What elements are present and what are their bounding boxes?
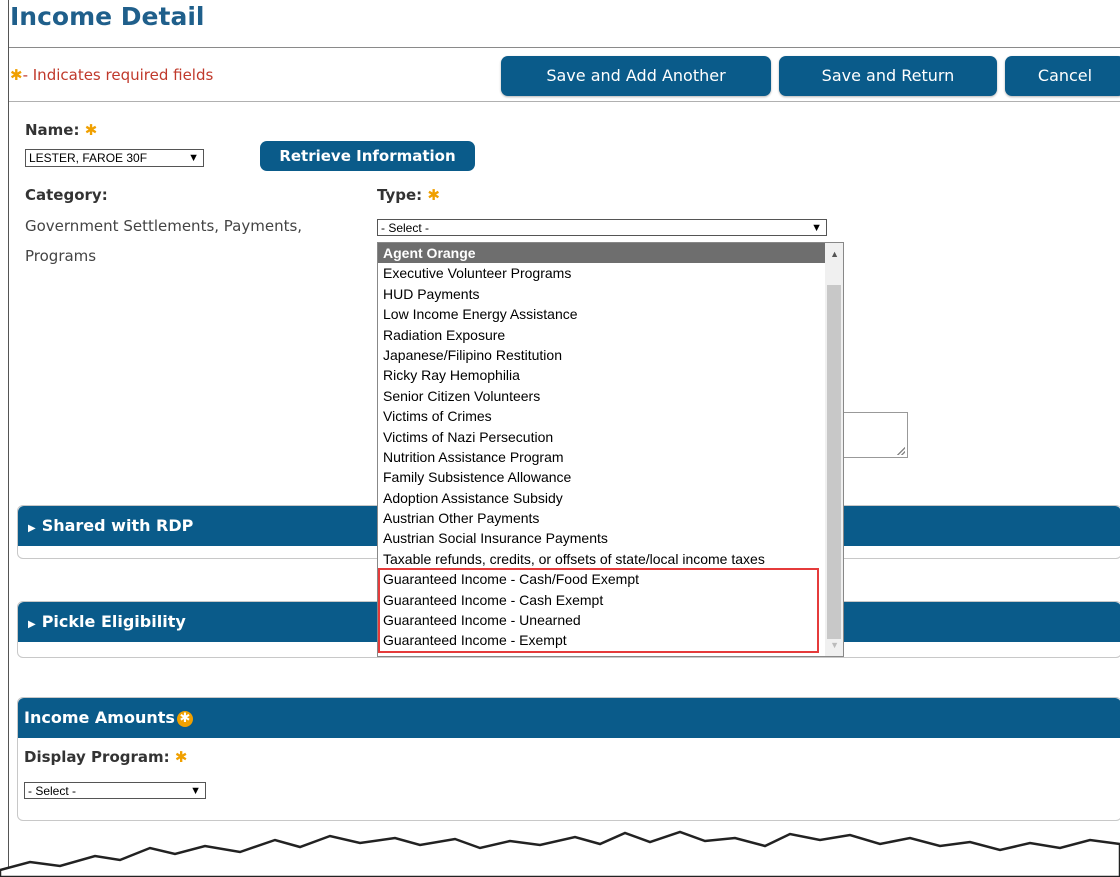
scroll-up-icon[interactable]: ▲	[830, 249, 839, 259]
display-program-select[interactable]: - Select - ▼	[24, 782, 206, 799]
type-option[interactable]: Austrian Social Insurance Payments	[378, 528, 843, 548]
shared-with-rdp-title: Shared with RDP	[41, 516, 194, 535]
type-option[interactable]: Japanese/Filipino Restitution	[378, 345, 843, 365]
title-divider	[9, 47, 1120, 48]
type-option[interactable]: Adoption Assistance Subsidy	[378, 488, 843, 508]
name-select[interactable]: LESTER, FAROE 30F ▼	[25, 149, 204, 167]
type-option[interactable]: Radiation Exposure	[378, 325, 843, 345]
expand-triangle-icon: ▶	[28, 523, 36, 534]
required-star-icon: ✱	[84, 121, 98, 139]
save-and-return-button[interactable]: Save and Return	[779, 56, 997, 96]
type-option[interactable]: Nutrition Assistance Program	[378, 447, 843, 467]
pickle-eligibility-title: Pickle Eligibility	[41, 612, 186, 631]
chevron-down-icon: ▼	[188, 152, 199, 164]
name-label: Name: ✱	[25, 121, 97, 139]
type-option[interactable]: Austrian Other Payments	[378, 508, 843, 528]
type-option[interactable]: Victims of Nazi Persecution	[378, 427, 843, 447]
type-option[interactable]: Family Subsistence Allowance	[378, 467, 843, 487]
cancel-button[interactable]: Cancel	[1005, 56, 1120, 96]
required-star-icon: ✱	[174, 748, 188, 766]
chevron-down-icon: ▼	[190, 785, 201, 797]
required-note-text: - Indicates required fields	[22, 66, 214, 84]
retrieve-information-button[interactable]: Retrieve Information	[260, 141, 475, 171]
expand-triangle-icon: ▶	[28, 619, 36, 630]
name-select-value: LESTER, FAROE 30F	[29, 151, 148, 165]
highlight-annotation	[378, 568, 819, 653]
type-option[interactable]: Senior Citizen Volunteers	[378, 386, 843, 406]
income-detail-page: Income Detail ✱- Indicates required fiel…	[0, 0, 1120, 877]
page-title: Income Detail	[10, 2, 205, 31]
type-option[interactable]: Low Income Energy Assistance	[378, 304, 843, 324]
required-star-icon: ✱	[427, 186, 440, 204]
required-badge-icon: ✱	[176, 710, 193, 727]
chevron-down-icon: ▼	[811, 222, 822, 234]
display-program-label: Display Program: ✱	[24, 748, 187, 766]
torn-edge-decoration	[0, 830, 1120, 877]
display-program-select-value: - Select -	[28, 784, 77, 798]
content-divider	[9, 101, 1120, 102]
type-label: Type: ✱	[377, 186, 440, 204]
comments-textarea[interactable]	[838, 412, 908, 458]
type-option[interactable]: Executive Volunteer Programs	[378, 263, 843, 283]
type-option[interactable]: Ricky Ray Hemophilia	[378, 365, 843, 385]
required-fields-note: ✱- Indicates required fields	[10, 66, 213, 84]
category-value: Government Settlements, Payments, Progra…	[25, 217, 303, 265]
income-amounts-panel: Income Amounts ✱ Display Program: ✱ - Sel…	[17, 697, 1120, 821]
type-option[interactable]: HUD Payments	[378, 284, 843, 304]
scrollbar-thumb[interactable]	[827, 285, 841, 639]
resize-grip-icon[interactable]	[897, 447, 905, 455]
required-star-icon: ✱	[10, 66, 23, 84]
type-option[interactable]: Victims of Crimes	[378, 406, 843, 426]
type-label-text: Type:	[377, 186, 423, 204]
display-program-label-text: Display Program:	[24, 748, 170, 766]
scroll-down-icon[interactable]: ▼	[830, 640, 839, 650]
category-label: Category:	[25, 186, 108, 204]
income-amounts-title: Income Amounts	[24, 708, 175, 727]
name-label-text: Name:	[25, 121, 80, 139]
income-amounts-header: Income Amounts ✱	[18, 698, 1120, 738]
type-option[interactable]: Taxable refunds, credits, or offsets of …	[378, 549, 843, 569]
save-and-add-another-button[interactable]: Save and Add Another	[501, 56, 771, 96]
page-border	[8, 0, 9, 877]
type-select-value: - Select -	[381, 221, 430, 235]
type-select[interactable]: - Select - ▼	[377, 219, 827, 236]
dropdown-scrollbar[interactable]: ▲ ▼	[825, 243, 843, 656]
type-option[interactable]: Agent Orange	[378, 243, 843, 264]
